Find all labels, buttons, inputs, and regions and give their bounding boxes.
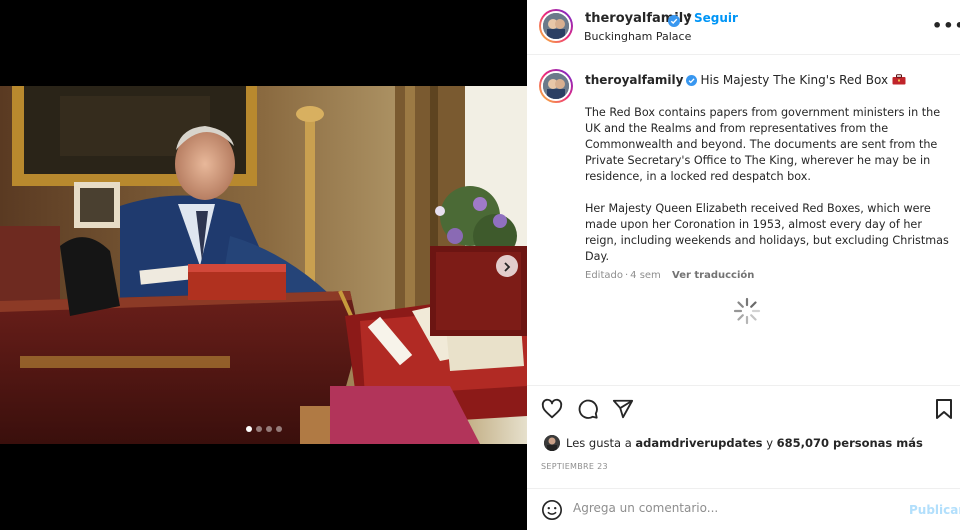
caption-paragraph: Her Majesty Queen Elizabeth received Red… bbox=[585, 202, 949, 263]
likes-count-link[interactable]: 685,070 personas más bbox=[777, 436, 923, 450]
post-sidebar: theroyalfamily • Seguir Buckingham Palac… bbox=[527, 0, 960, 530]
comment-icon[interactable] bbox=[577, 398, 599, 424]
carousel-indicator bbox=[0, 426, 527, 432]
spinner-spoke bbox=[737, 314, 744, 321]
post-actions: Les gusta a adamdriverupdates y 685,070 … bbox=[527, 385, 960, 485]
post-photo[interactable] bbox=[0, 86, 527, 444]
carousel-dot bbox=[275, 426, 282, 432]
share-icon[interactable] bbox=[612, 398, 634, 424]
carousel-dot bbox=[255, 426, 262, 432]
likes-summary: Les gusta a adamdriverupdates y 685,070 … bbox=[566, 436, 923, 450]
carousel-next-button[interactable] bbox=[496, 255, 518, 277]
caption-title: His Majesty The King's Red Box bbox=[700, 73, 889, 87]
author-avatar[interactable] bbox=[539, 9, 573, 43]
red-box-emoji-icon bbox=[892, 74, 906, 88]
likes-connector: y bbox=[766, 436, 773, 450]
verified-badge-icon bbox=[668, 12, 680, 31]
caption-meta: Editado · 4 sem Ver traducción bbox=[585, 270, 755, 281]
header-separator: • bbox=[685, 9, 693, 24]
follow-button[interactable]: Seguir bbox=[694, 11, 738, 25]
see-translation-link[interactable]: Ver traducción bbox=[672, 270, 754, 281]
post-header: theroyalfamily • Seguir Buckingham Palac… bbox=[527, 0, 960, 55]
liker-avatar[interactable] bbox=[544, 435, 560, 451]
comment-input[interactable] bbox=[573, 501, 893, 515]
comment-bar: Publicar bbox=[527, 488, 960, 530]
carousel-dot bbox=[265, 426, 272, 432]
edited-label: Editado bbox=[585, 270, 623, 281]
liker-username[interactable]: adamdriverupdates bbox=[635, 436, 762, 450]
post-date[interactable]: SEPTIEMBRE 23 bbox=[541, 462, 608, 471]
more-options-icon[interactable]: ••• bbox=[932, 16, 960, 35]
publish-button[interactable]: Publicar bbox=[909, 503, 960, 517]
caption-paragraph: The Red Box contains papers from governm… bbox=[585, 106, 941, 183]
loading-spinner-icon bbox=[732, 296, 762, 326]
post-media-area bbox=[0, 0, 527, 530]
spinner-spoke bbox=[737, 301, 744, 308]
heart-icon[interactable] bbox=[541, 398, 563, 424]
post-age: 4 sem bbox=[630, 270, 661, 281]
spinner-spoke bbox=[750, 314, 757, 321]
likes-prefix: Les gusta a bbox=[566, 436, 632, 450]
caption-author-avatar[interactable] bbox=[539, 69, 573, 103]
emoji-icon[interactable] bbox=[541, 499, 563, 525]
caption-first-line: theroyalfamily His Majesty The King's Red… bbox=[585, 73, 906, 89]
chevron-right-icon bbox=[502, 257, 512, 276]
post-location[interactable]: Buckingham Palace bbox=[584, 30, 691, 43]
spinner-spoke bbox=[750, 301, 757, 308]
verified-badge-icon bbox=[686, 75, 698, 89]
carousel-dot bbox=[245, 426, 252, 432]
post-caption: theroyalfamily His Majesty The King's Red… bbox=[527, 55, 960, 385]
bookmark-icon[interactable] bbox=[934, 398, 954, 424]
caption-username[interactable]: theroyalfamily bbox=[585, 73, 683, 87]
